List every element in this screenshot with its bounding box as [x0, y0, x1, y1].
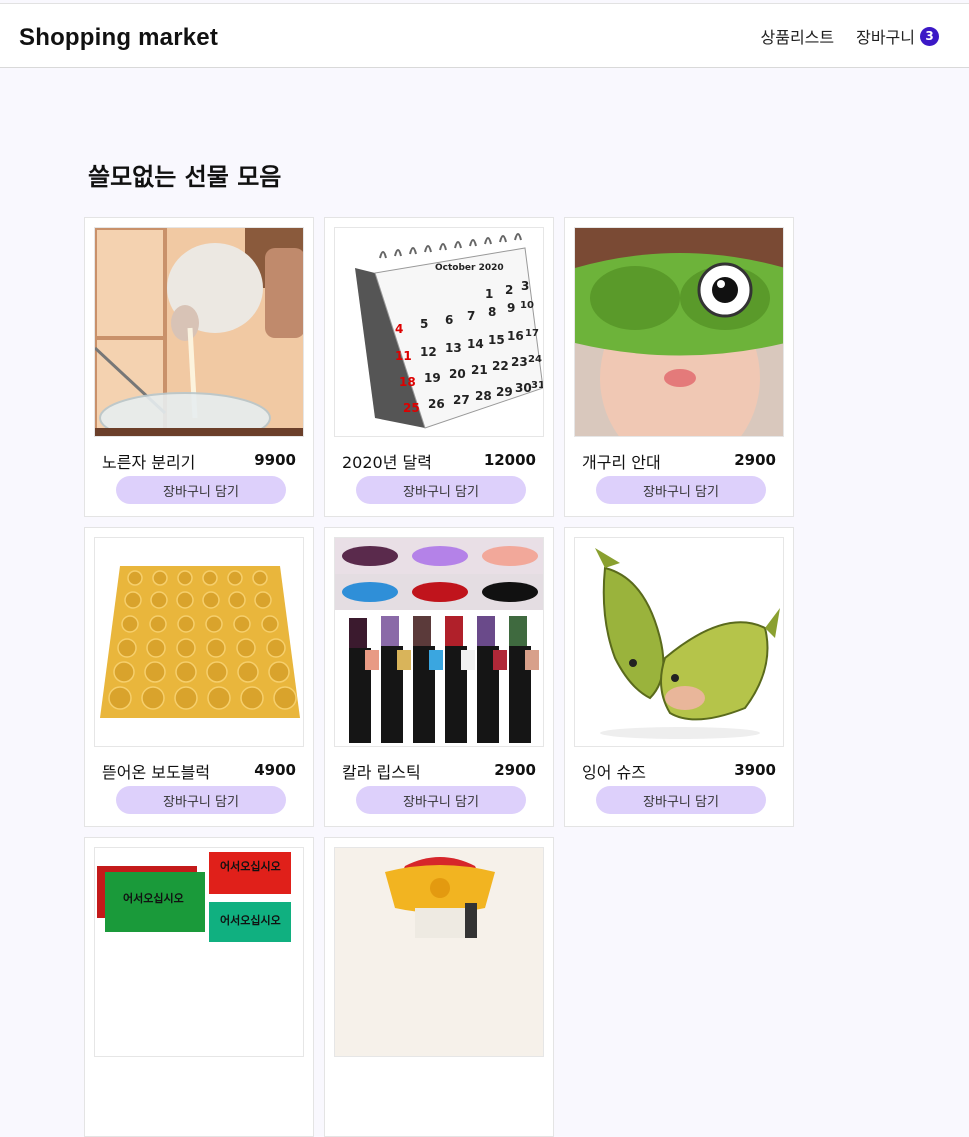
product-price: 12000: [483, 451, 536, 469]
main-nav: 상품리스트 장바구니 3: [761, 24, 939, 48]
add-to-cart-button[interactable]: 장바구니 담기: [596, 786, 766, 814]
add-to-cart-button[interactable]: 장바구니 담기: [116, 786, 286, 814]
welcome-mat-image[interactable]: 어서오십시오 어서오십시오 어서오십시오: [94, 847, 304, 1057]
svg-text:4: 4: [395, 322, 403, 336]
svg-text:26: 26: [428, 397, 445, 411]
svg-text:10: 10: [520, 300, 534, 311]
nav-cart[interactable]: 장바구니 3: [856, 24, 939, 48]
product-card: 잉어 슈즈 3900 장바구니 담기: [564, 527, 794, 827]
frog-eye-mask-image[interactable]: [574, 227, 784, 437]
svg-text:28: 28: [475, 389, 492, 403]
product-price: 2900: [494, 761, 536, 779]
nav-product-list[interactable]: 상품리스트: [761, 24, 835, 48]
product-card: 뜯어온 보도블럭 4900 장바구니 담기: [84, 527, 314, 827]
add-to-cart-button[interactable]: 장바구니 담기: [596, 476, 766, 504]
product-card: [324, 837, 554, 1137]
svg-text:5: 5: [420, 317, 428, 331]
svg-text:8: 8: [488, 305, 496, 319]
calendar-month: October 2020: [435, 263, 504, 273]
svg-text:23: 23: [511, 355, 528, 369]
svg-text:17: 17: [525, 328, 539, 339]
product-card: 노른자 분리기 9900 장바구니 담기: [84, 217, 314, 517]
svg-text:11: 11: [395, 349, 412, 363]
mat-text: 어서오십시오: [220, 859, 281, 873]
cart-count-badge: 3: [920, 26, 939, 46]
svg-text:16: 16: [507, 329, 524, 343]
lipstick-image[interactable]: [334, 537, 544, 747]
brand-logo[interactable]: Shopping market: [19, 24, 218, 52]
svg-text:14: 14: [467, 337, 484, 351]
product-card: 개구리 안대 2900 장바구니 담기: [564, 217, 794, 517]
product-name: 칼라 립스틱: [342, 763, 421, 782]
product-card: October 2020 4 5 6 7 8 9 10 11 12 13 14 15 16 17 18 1…: [324, 217, 554, 517]
nav-cart-label: 장바구니: [856, 28, 915, 47]
mat-text: 어서오십시오: [123, 891, 184, 905]
svg-text:27: 27: [453, 393, 470, 407]
product-grid: 노른자 분리기 9900 장바구니 담기 October 2020 456789…: [84, 217, 794, 1137]
svg-text:19: 19: [424, 371, 441, 385]
fish-slippers-image[interactable]: [574, 537, 784, 747]
product-price: 9900: [254, 451, 296, 469]
svg-text:30: 30: [515, 381, 532, 395]
svg-text:22: 22: [492, 359, 509, 373]
product-price: 4900: [254, 761, 296, 779]
product-card: 어서오십시오 어서오십시오 어서오십시오: [84, 837, 314, 1137]
product-name: 잉어 슈즈: [582, 763, 646, 782]
svg-text:18: 18: [399, 375, 416, 389]
product-name: 노른자 분리기: [102, 453, 196, 472]
product-name: 2020년 달력: [342, 453, 432, 472]
svg-text:13: 13: [445, 341, 462, 355]
svg-text:20: 20: [449, 367, 466, 381]
add-to-cart-button[interactable]: 장바구니 담기: [116, 476, 286, 504]
product-name: 뜯어온 보도블럭: [102, 763, 211, 782]
product-card: 칼라 립스틱 2900 장바구니 담기: [324, 527, 554, 827]
product-price: 3900: [734, 761, 776, 779]
svg-text:21: 21: [471, 363, 488, 377]
tactile-paving-image[interactable]: [94, 537, 304, 747]
product-price: 2900: [734, 451, 776, 469]
calendar-image[interactable]: October 2020 4 5 6 7 8 9 10 11 12 13 14 15 16 17 18 1…: [334, 227, 544, 437]
svg-text:15: 15: [488, 333, 505, 347]
svg-text:1: 1: [485, 287, 493, 301]
egg-separator-image[interactable]: [94, 227, 304, 437]
svg-text:2: 2: [505, 283, 513, 297]
page-title: 쓸모없는 선물 모음: [88, 163, 282, 191]
svg-text:29: 29: [496, 385, 513, 399]
traditional-hat-image[interactable]: [334, 847, 544, 1057]
svg-text:31: 31: [531, 380, 544, 391]
svg-text:3: 3: [521, 279, 529, 293]
add-to-cart-button[interactable]: 장바구니 담기: [356, 476, 526, 504]
svg-text:7: 7: [467, 309, 475, 323]
svg-text:25: 25: [403, 401, 420, 415]
svg-text:9: 9: [507, 301, 515, 315]
app-header: Shopping market 상품리스트 장바구니 3: [0, 4, 969, 68]
mat-text: 어서오십시오: [220, 913, 281, 927]
svg-text:6: 6: [445, 313, 453, 327]
svg-text:12: 12: [420, 345, 437, 359]
svg-text:24: 24: [528, 354, 542, 365]
add-to-cart-button[interactable]: 장바구니 담기: [356, 786, 526, 814]
product-name: 개구리 안대: [582, 453, 661, 472]
